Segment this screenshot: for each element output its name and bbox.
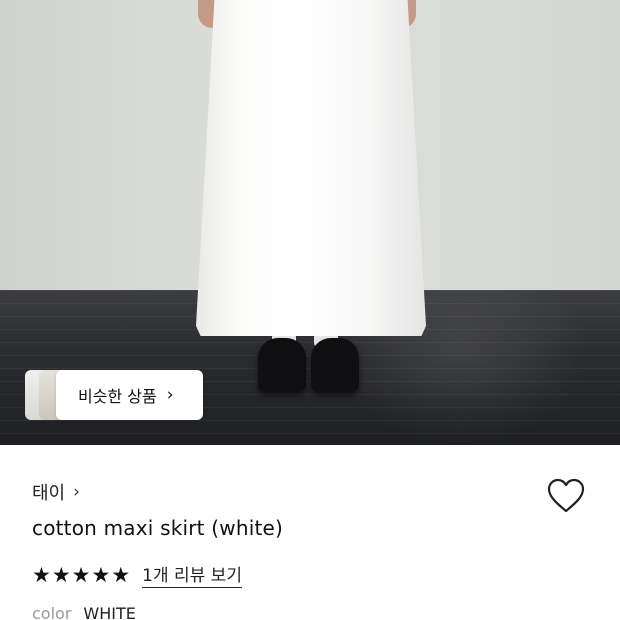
chevron-right-icon: › (166, 385, 174, 405)
star-icon: ★ (71, 562, 91, 587)
color-value: WHITE (83, 604, 136, 620)
star-icon: ★ (91, 562, 111, 587)
color-label: color (32, 604, 72, 620)
white-maxi-skirt (196, 0, 426, 336)
star-icon: ★ (32, 562, 51, 587)
brand-name: 태이 (32, 483, 66, 504)
heart-outline-icon[interactable] (546, 477, 586, 515)
similar-products-button[interactable]: 비슷한 상품 › (56, 370, 203, 420)
brand-link[interactable]: 태이 › (32, 479, 80, 505)
view-reviews-link[interactable]: 1개 리뷰 보기 (142, 561, 242, 588)
star-icon: ★ (111, 562, 131, 587)
product-image[interactable]: 비슷한 상품 › (0, 0, 620, 445)
product-title: cotton maxi skirt (white) (32, 516, 283, 540)
chevron-right-icon: › (73, 482, 80, 502)
left-loafer (258, 338, 306, 392)
star-rating: ★ ★ ★ ★ ★ (32, 564, 130, 586)
similar-products-label: 비슷한 상품 (78, 387, 157, 406)
color-option: color WHITE (32, 604, 136, 620)
star-icon: ★ (51, 562, 71, 587)
right-loafer (311, 338, 359, 392)
rating-row: ★ ★ ★ ★ ★ 1개 리뷰 보기 (32, 561, 242, 588)
